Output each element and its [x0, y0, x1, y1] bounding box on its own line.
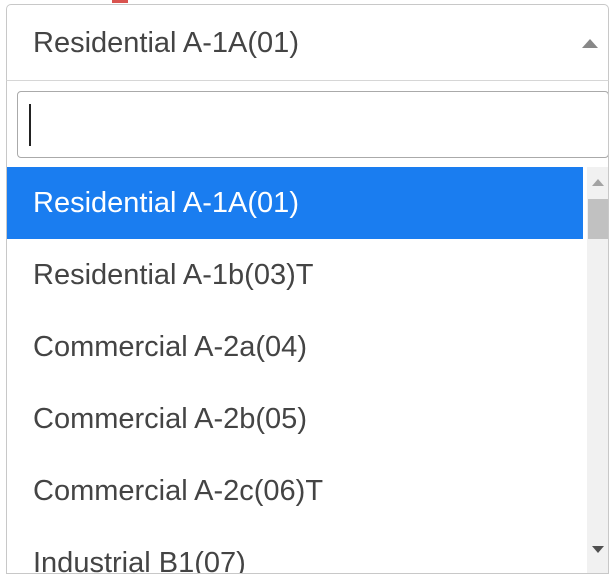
zoning-select[interactable]: Residential A-1A(01): [6, 4, 609, 80]
scrollbar-thumb[interactable]: [588, 199, 608, 239]
option-residential-a-1b-03t[interactable]: Residential A-1b(03)T: [7, 239, 583, 311]
required-marker: [112, 0, 128, 3]
option-commercial-a-2a-04[interactable]: Commercial A-2a(04): [7, 311, 583, 383]
select-current-value: Residential A-1A(01): [33, 27, 299, 59]
scroll-up-arrow-icon[interactable]: [592, 179, 604, 186]
select-dropdown: Residential A-1A(01) Residential A-1b(03…: [6, 80, 609, 574]
options-scrollbar[interactable]: [587, 167, 608, 573]
scroll-down-arrow-icon[interactable]: [592, 546, 604, 553]
option-commercial-a-2b-05[interactable]: Commercial A-2b(05): [7, 383, 583, 455]
text-caret: [29, 104, 31, 146]
page: Residential A-1A(01) Residential A-1A(01…: [0, 0, 611, 574]
options-list: Residential A-1A(01) Residential A-1b(03…: [7, 167, 583, 573]
caret-up-icon[interactable]: [582, 39, 598, 48]
search-input[interactable]: [17, 91, 608, 158]
option-commercial-a-2c-06t[interactable]: Commercial A-2c(06)T: [7, 455, 583, 527]
option-industrial-b1-07[interactable]: Industrial B1(07): [7, 527, 583, 573]
option-residential-a-1a-01[interactable]: Residential A-1A(01): [7, 167, 583, 239]
